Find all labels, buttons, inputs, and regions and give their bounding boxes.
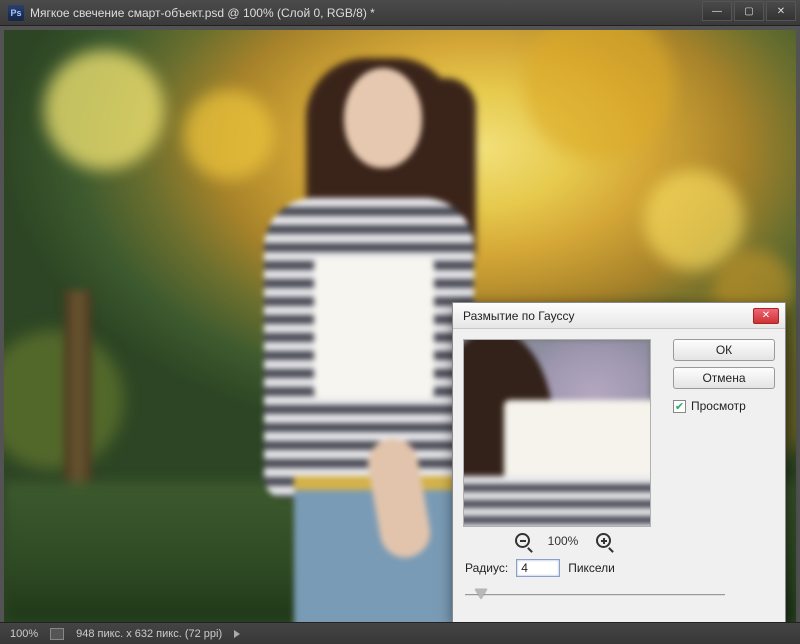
window-title-bar: Ps Мягкое свечение смарт-объект.psd @ 10…	[0, 0, 800, 26]
cancel-button[interactable]: Отмена	[673, 367, 775, 389]
radius-slider[interactable]	[465, 587, 725, 603]
slider-thumb-icon[interactable]	[475, 589, 487, 599]
window-controls: — ▢ ✕	[700, 0, 800, 25]
status-menu-arrow-icon[interactable]	[234, 630, 240, 638]
filter-preview[interactable]	[463, 339, 651, 527]
radius-unit: Пиксели	[568, 561, 615, 575]
status-doc-info: 948 пикс. x 632 пикс. (72 ppi)	[76, 628, 222, 640]
zoom-in-icon[interactable]	[596, 533, 611, 548]
doc-info-icon[interactable]	[50, 628, 64, 640]
minimize-button[interactable]: —	[702, 1, 732, 21]
canvas-area: Размытие по Гауссу ✕ 100%	[0, 26, 800, 622]
radius-label: Радиус:	[465, 561, 508, 575]
window-title: Мягкое свечение смарт-объект.psd @ 100% …	[30, 6, 700, 20]
preview-zoom-level: 100%	[548, 534, 579, 548]
radius-input[interactable]: 4	[516, 559, 560, 577]
app-icon: Ps	[8, 5, 24, 21]
maximize-button[interactable]: ▢	[734, 1, 764, 21]
status-zoom[interactable]: 100%	[10, 628, 38, 640]
status-bar: 100% 948 пикс. x 632 пикс. (72 ppi)	[0, 622, 800, 644]
dialog-title: Размытие по Гауссу	[463, 309, 753, 323]
gaussian-blur-dialog: Размытие по Гауссу ✕ 100%	[452, 302, 786, 622]
dialog-title-bar[interactable]: Размытие по Гауссу ✕	[453, 303, 785, 329]
photoshop-window: Ps Мягкое свечение смарт-объект.psd @ 10…	[0, 0, 800, 644]
close-button[interactable]: ✕	[766, 1, 796, 21]
ok-button[interactable]: ОК	[673, 339, 775, 361]
preview-checkbox[interactable]: ✔	[673, 400, 686, 413]
zoom-out-icon[interactable]	[515, 533, 530, 548]
dialog-close-button[interactable]: ✕	[753, 308, 779, 324]
preview-checkbox-label: Просмотр	[691, 399, 746, 413]
